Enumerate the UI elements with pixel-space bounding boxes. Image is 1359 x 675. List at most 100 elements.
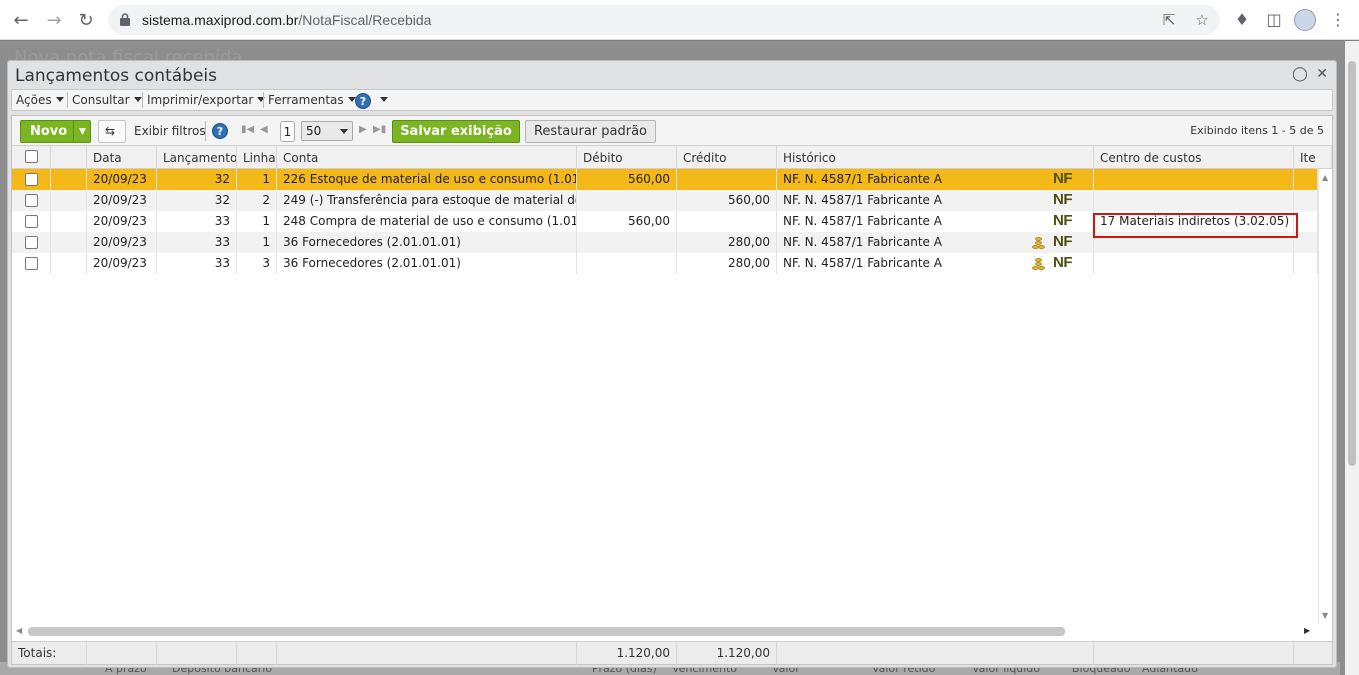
grid-totals-row: Totais: 1.120,00 1.120,00 [12, 641, 1332, 665]
menu-acoes[interactable]: Ações [16, 93, 64, 107]
menu-imprimir-exportar[interactable]: Imprimir/exportar [147, 93, 266, 107]
address-bar[interactable]: sistema.maxiprod.com.br/NotaFiscal/Receb… [108, 5, 1220, 35]
cell-centro [1094, 253, 1294, 274]
save-view-button[interactable]: Salvar exibição [392, 120, 520, 143]
page-size-select[interactable]: 50 [301, 121, 353, 141]
row-checkbox[interactable] [25, 173, 38, 186]
cell-data: 20/09/23 [87, 169, 157, 190]
cell-conta: 36 Fornecedores (2.01.01.01) [277, 253, 577, 274]
reload-icon[interactable]: ↻ [74, 8, 98, 32]
help-icon[interactable]: ? [355, 93, 371, 109]
grid-help-icon[interactable]: ? [212, 123, 228, 139]
h-scroll-thumb[interactable] [28, 627, 1065, 636]
cell-linha: 1 [237, 169, 277, 190]
last-page-icon[interactable]: ▶▮ [373, 124, 386, 135]
page-number-input[interactable]: 1 [280, 121, 295, 142]
col-credito[interactable]: Crédito [677, 146, 777, 169]
cell-lancamento: 32 [157, 169, 237, 190]
nf-icon[interactable]: NF [1053, 170, 1073, 187]
cell-centro [1094, 190, 1294, 211]
coins-icon[interactable] [1032, 257, 1046, 271]
col-debito[interactable]: Débito [577, 146, 677, 169]
scroll-left-icon[interactable]: ◀ [16, 626, 22, 635]
grid-vertical-scrollbar[interactable]: ▲ ▼ [1318, 169, 1332, 624]
select-all-checkbox[interactable] [25, 150, 38, 163]
cell-lancamento: 33 [157, 232, 237, 253]
coins-icon[interactable] [1032, 236, 1046, 250]
cell-linha: 1 [237, 211, 277, 232]
cell-linha: 1 [237, 232, 277, 253]
col-conta[interactable]: Conta [277, 146, 577, 169]
back-icon[interactable]: ← [9, 8, 33, 32]
cell-centro [1094, 169, 1294, 190]
cell-credito: 280,00 [677, 232, 777, 253]
cell-data: 20/09/23 [87, 253, 157, 274]
col-item[interactable]: Ite [1294, 146, 1332, 169]
dialog-title: Lançamentos contábeis [15, 66, 217, 86]
side-panel-icon[interactable]: ◫ [1264, 10, 1284, 30]
forward-icon[interactable]: → [42, 8, 66, 32]
col-lancamento[interactable]: Lançamento [157, 146, 237, 169]
row-checkbox[interactable] [25, 236, 38, 249]
close-icon[interactable]: ✕ [1316, 66, 1328, 82]
menu-bar: Ações Consultar Imprimir/exportar Ferram… [11, 89, 1333, 111]
nf-icon[interactable]: NF [1053, 191, 1073, 208]
row-checkbox[interactable] [25, 257, 38, 270]
show-filters-button[interactable]: Exibir filtros [128, 120, 212, 143]
refresh-icon[interactable]: ⇆ [98, 120, 126, 143]
cell-lancamento: 33 [157, 253, 237, 274]
col-linha[interactable]: Linha [237, 146, 277, 169]
cell-data: 20/09/23 [87, 232, 157, 253]
cell-historico: NF. N. 4587/1 Fabricante A [777, 253, 1094, 274]
scroll-up-icon[interactable]: ▲ [1322, 173, 1328, 182]
nf-icon[interactable]: NF [1053, 212, 1073, 229]
url-text: sistema.maxiprod.com.br/NotaFiscal/Receb… [142, 12, 432, 28]
nf-icon[interactable]: NF [1053, 254, 1073, 271]
new-dropdown-arrow[interactable]: ▼ [73, 121, 91, 142]
extensions-icon[interactable]: ♦ [1232, 10, 1252, 30]
scroll-right-icon[interactable]: ▶ [1304, 626, 1310, 635]
prev-page-icon[interactable]: ◀ [260, 124, 268, 135]
star-icon[interactable]: ☆ [1193, 11, 1211, 29]
cell-debito [577, 253, 677, 274]
col-historico[interactable]: Histórico [777, 146, 1094, 169]
scroll-down-icon[interactable]: ▼ [1322, 611, 1328, 620]
col-centro-custos[interactable]: Centro de custos [1094, 146, 1294, 169]
new-button[interactable]: Novo ▼ [20, 120, 91, 143]
row-checkbox[interactable] [25, 215, 38, 228]
more-menu-icon[interactable]: ⋮ [1328, 10, 1348, 30]
cell-historico: NF. N. 4587/1 Fabricante A [777, 190, 1094, 211]
total-credito: 1.120,00 [677, 642, 777, 665]
comment-icon[interactable]: ◯ [1292, 66, 1308, 82]
restore-default-button[interactable]: Restaurar padrão [525, 120, 656, 143]
grid-horizontal-scrollbar[interactable]: ◀ ▶ [12, 624, 1318, 638]
table-row[interactable]: ✖20/09/23322249 (-) Transferência para e… [12, 190, 1318, 211]
help-menu-dropdown[interactable] [376, 93, 388, 107]
menu-consultar[interactable]: Consultar [72, 93, 142, 107]
share-icon[interactable]: ⇱ [1160, 11, 1178, 29]
dialog-controls: ◯ ✕ [1292, 66, 1328, 82]
highlight-annotation-box [1093, 213, 1298, 238]
totals-label: Totais: [12, 642, 87, 665]
row-checkbox[interactable] [25, 194, 38, 207]
cell-historico: NF. N. 4587/1 Fabricante A [777, 211, 1094, 232]
select-all-cell [12, 146, 51, 169]
menu-ferramentas[interactable]: Ferramentas [268, 93, 356, 107]
table-row[interactable]: ✖20/09/2333336 Fornecedores (2.01.01.01)… [12, 253, 1318, 274]
nf-icon[interactable]: NF [1053, 233, 1073, 250]
col-data[interactable]: Data [87, 146, 157, 169]
cell-debito [577, 190, 677, 211]
total-debito: 1.120,00 [577, 642, 677, 665]
cell-conta: 249 (-) Transferência para estoque de ma… [277, 190, 577, 211]
cell-historico: NF. N. 4587/1 Fabricante A [777, 169, 1094, 190]
accounting-entries-dialog: Lançamentos contábeis ◯ ✕ Ações Consulta… [7, 60, 1337, 668]
first-page-icon[interactable]: ▮◀ [241, 124, 254, 135]
cell-lancamento: 32 [157, 190, 237, 211]
cell-conta: 248 Compra de material de uso e consumo … [277, 211, 577, 232]
page-scrollbar[interactable] [1345, 41, 1359, 675]
cell-linha: 3 [237, 253, 277, 274]
table-row[interactable]: ✖20/09/23321226 Estoque de material de u… [12, 169, 1318, 190]
next-page-icon[interactable]: ▶ [359, 124, 367, 135]
avatar[interactable] [1294, 9, 1316, 31]
entries-grid: Novo ▼ ⇆ Exibir filtros ? ▮◀ ◀ 1 50 ▶ ▶▮… [11, 115, 1333, 665]
